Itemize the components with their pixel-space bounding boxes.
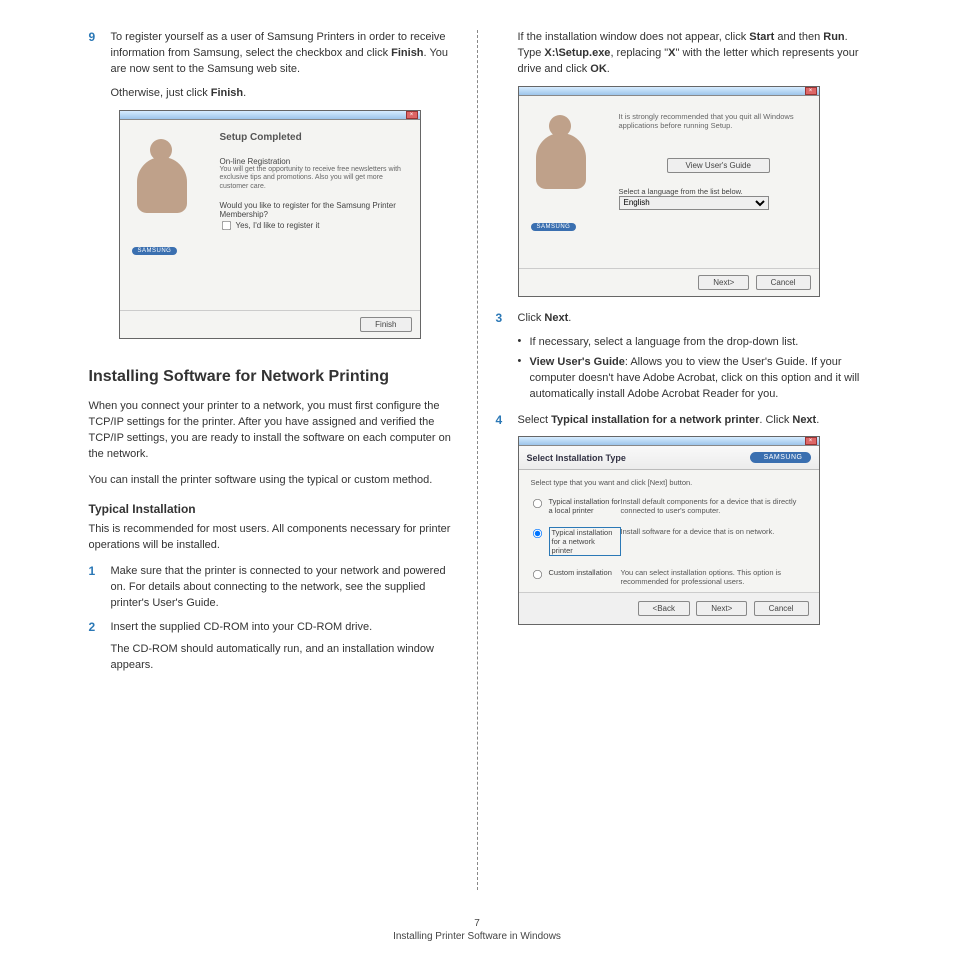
x-bold: X xyxy=(668,47,675,59)
titlebar: × xyxy=(519,87,819,96)
language-select[interactable]: English xyxy=(619,196,769,210)
cancel-button[interactable]: Cancel xyxy=(756,275,811,290)
r-intro-c: and then xyxy=(774,31,823,43)
view-guide-button[interactable]: View User's Guide xyxy=(667,158,770,173)
page-number: 7 xyxy=(0,918,954,929)
step-number-4: 4 xyxy=(496,413,518,429)
samsung-logo: SAMSUNG xyxy=(750,452,811,463)
dialog-title: Setup Completed xyxy=(220,132,410,143)
typical-subhead: Typical Installation xyxy=(89,502,459,516)
screenshot-language-select: × SAMSUNG It is strongly recommended tha… xyxy=(518,86,820,297)
ok-bold: OK xyxy=(590,63,607,75)
opt1-desc: Install default components for a device … xyxy=(621,497,807,515)
r-intro-a: If the installation window does not appe… xyxy=(518,31,750,43)
step-number-2: 2 xyxy=(89,620,111,674)
bullet-dot: • xyxy=(518,335,530,351)
chapter-title: Installing Printer Software in Windows xyxy=(0,931,954,942)
view-guide-bold: View User's Guide xyxy=(530,356,625,368)
titlebar: × xyxy=(120,111,420,120)
radio-typical-local[interactable]: Typical installation for a local printer xyxy=(531,497,621,515)
registration-label: On-line Registration xyxy=(220,157,410,166)
typical-desc: This is recommended for most users. All … xyxy=(89,522,459,554)
step-number-9: 9 xyxy=(89,30,111,102)
start-bold: Start xyxy=(749,31,774,43)
opt3-desc: You can select installation options. Thi… xyxy=(621,568,807,586)
step4-c: . Click xyxy=(759,414,792,426)
close-icon[interactable]: × xyxy=(805,87,817,95)
select-language-label: Select a language from the list below. xyxy=(619,187,805,196)
r-intro-g: , replacing " xyxy=(610,47,668,59)
recommend-text: It is strongly recommended that you quit… xyxy=(619,112,805,130)
step2-line-b: The CD-ROM should automatically run, and… xyxy=(111,642,459,674)
column-divider xyxy=(477,30,478,890)
finish-button[interactable]: Finish xyxy=(360,317,411,332)
step-number-1: 1 xyxy=(89,564,111,612)
step9-text-2a: Otherwise, just click xyxy=(111,87,211,99)
screenshot-setup-completed: × SAMSUNG Setup Completed On-line Regist… xyxy=(119,110,421,339)
r-intro-k: . xyxy=(607,63,610,75)
step2-line-a: Insert the supplied CD-ROM into your CD-… xyxy=(111,620,459,636)
next-bold-1: Next xyxy=(544,312,568,324)
register-checkbox[interactable]: Yes, I'd like to register it xyxy=(220,221,320,230)
step-2-body: Insert the supplied CD-ROM into your CD-… xyxy=(111,620,459,674)
right-column: If the installation window does not appe… xyxy=(488,30,874,890)
membership-question: Would you like to register for the Samsu… xyxy=(220,201,410,219)
registration-desc: You will get the opportunity to receive … xyxy=(220,166,410,191)
close-icon[interactable]: × xyxy=(805,437,817,445)
finish-bold-2: Finish xyxy=(211,87,243,99)
network-para-2: You can install the printer software usi… xyxy=(89,473,459,489)
back-button[interactable]: <Back xyxy=(638,601,690,616)
radio-typical-network[interactable]: Typical installation for a network print… xyxy=(531,527,621,556)
page-footer: 7 Installing Printer Software in Windows xyxy=(0,918,954,942)
radio-custom[interactable]: Custom installation xyxy=(531,568,621,581)
run-bold: Run xyxy=(823,31,844,43)
opt1-label: Typical installation for a local printer xyxy=(549,497,621,515)
close-icon[interactable]: × xyxy=(406,111,418,119)
finish-bold-1: Finish xyxy=(391,47,423,59)
left-column: 9 To register yourself as a user of Sams… xyxy=(81,30,467,890)
bullet-1: If necessary, select a language from the… xyxy=(530,335,866,351)
samsung-logo: SAMSUNG xyxy=(531,223,577,231)
titlebar: × xyxy=(519,437,819,446)
typical-network-bold: Typical installation for a network print… xyxy=(551,414,759,426)
next-bold-2: Next xyxy=(792,414,816,426)
opt3-label: Custom installation xyxy=(549,568,612,577)
next-button[interactable]: Next> xyxy=(696,601,747,616)
bullet-2: View User's Guide: Allows you to view th… xyxy=(530,355,866,403)
step9-text-2c: . xyxy=(243,87,246,99)
samsung-logo: SAMSUNG xyxy=(132,247,178,255)
opt2-desc: Install software for a device that is on… xyxy=(621,527,807,536)
next-button[interactable]: Next> xyxy=(698,275,749,290)
avatar-graphic: SAMSUNG xyxy=(132,139,202,239)
step-4-body: Select Typical installation for a networ… xyxy=(518,413,866,429)
section-heading: Installing Software for Network Printing xyxy=(89,367,459,387)
setup-exe-bold: X:\Setup.exe xyxy=(544,47,610,59)
step-number-3: 3 xyxy=(496,311,518,327)
opt2-label: Typical installation for a network print… xyxy=(549,527,621,556)
register-checkbox-label: Yes, I'd like to register it xyxy=(236,221,320,230)
bullet-dot: • xyxy=(518,355,530,403)
cancel-button[interactable]: Cancel xyxy=(754,601,809,616)
install-subtitle: Select type that you want and click [Nex… xyxy=(519,470,819,491)
screenshot-install-type: × Select Installation Type SAMSUNG Selec… xyxy=(518,436,820,625)
step4-a: Select xyxy=(518,414,552,426)
step-9-body: To register yourself as a user of Samsun… xyxy=(111,30,459,102)
step-1-body: Make sure that the printer is connected … xyxy=(111,564,459,612)
install-type-title: Select Installation Type xyxy=(527,453,626,463)
network-para-1: When you connect your printer to a netwo… xyxy=(89,399,459,463)
step4-e: . xyxy=(816,414,819,426)
step3-a: Click xyxy=(518,312,545,324)
step-3-body: Click Next. xyxy=(518,311,866,327)
avatar-graphic: SAMSUNG xyxy=(531,115,601,215)
step3-c: . xyxy=(568,312,571,324)
